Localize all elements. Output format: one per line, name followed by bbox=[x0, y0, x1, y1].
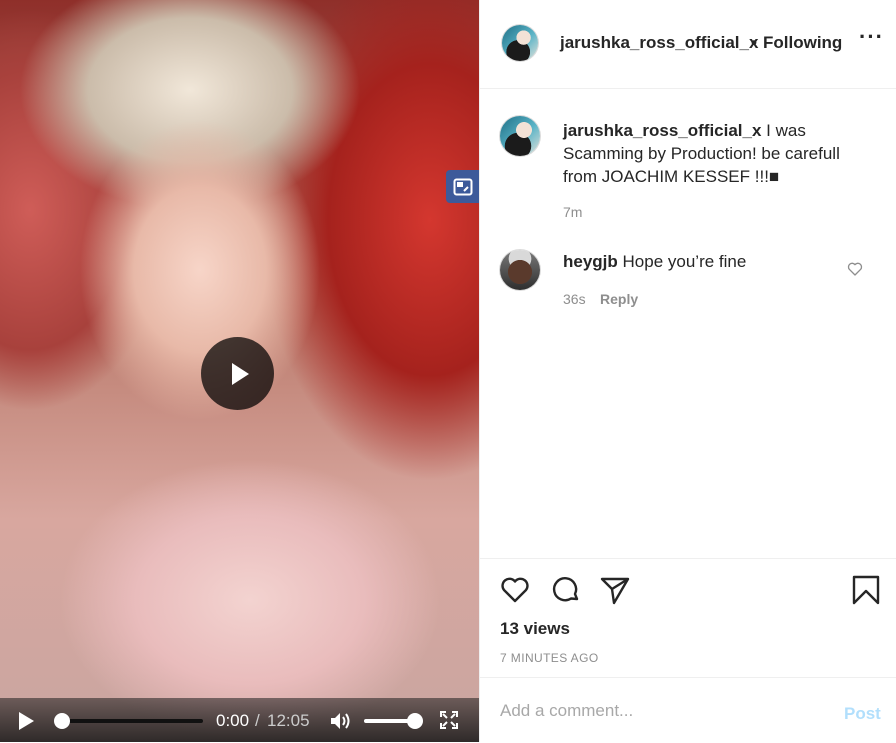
comment-body: Hope you’re fine bbox=[617, 252, 747, 271]
seek-bar[interactable] bbox=[54, 713, 203, 729]
duration: 12:05 bbox=[267, 711, 310, 730]
volume-icon[interactable] bbox=[329, 711, 351, 731]
video-player[interactable]: 0:00 / 12:05 bbox=[0, 0, 479, 742]
volume-knob[interactable] bbox=[407, 713, 423, 729]
comment-time[interactable]: 36s bbox=[563, 291, 586, 307]
play-button[interactable] bbox=[201, 337, 274, 410]
post-button[interactable]: Post bbox=[844, 704, 881, 724]
comment-icon[interactable] bbox=[550, 574, 582, 606]
fullscreen-icon[interactable] bbox=[440, 711, 458, 729]
time-separator: / bbox=[255, 711, 260, 730]
picture-in-picture-button[interactable] bbox=[446, 170, 479, 203]
comment-text: heygjb Hope you’re fine bbox=[563, 252, 746, 272]
comment-input[interactable] bbox=[500, 699, 820, 723]
picture-in-picture-icon bbox=[453, 178, 472, 195]
post-timestamp[interactable]: 7 MINUTES AGO bbox=[500, 651, 599, 665]
comment-username[interactable]: heygjb bbox=[563, 252, 618, 271]
caption-text: jarushka_ross_official_x I was Scamming … bbox=[563, 119, 873, 188]
share-icon[interactable] bbox=[599, 574, 631, 606]
author-username[interactable]: jarushka_ross_official_x bbox=[560, 33, 758, 53]
comment-like-icon[interactable] bbox=[847, 261, 863, 277]
caption-avatar[interactable] bbox=[500, 116, 540, 156]
video-controls: 0:00 / 12:05 bbox=[0, 698, 479, 742]
view-count[interactable]: 13 views bbox=[500, 619, 570, 639]
following-button[interactable]: Following bbox=[763, 33, 842, 53]
caption-username[interactable]: jarushka_ross_official_x bbox=[563, 121, 761, 140]
post-panel: jarushka_ross_official_x • Following ···… bbox=[479, 0, 896, 742]
control-play-button[interactable] bbox=[17, 712, 37, 730]
post-actions: 13 views 7 MINUTES AGO bbox=[480, 558, 896, 677]
post-header: jarushka_ross_official_x • Following ··· bbox=[480, 0, 896, 89]
bookmark-icon[interactable] bbox=[850, 574, 882, 606]
volume-slider[interactable] bbox=[364, 713, 423, 729]
commenter-avatar[interactable] bbox=[500, 250, 540, 290]
more-options-icon[interactable]: ··· bbox=[859, 24, 884, 50]
seek-knob[interactable] bbox=[54, 713, 70, 729]
heart-icon[interactable] bbox=[499, 574, 531, 606]
current-time: 0:00 bbox=[216, 711, 250, 730]
separator-dot: • bbox=[751, 33, 757, 52]
add-comment-bar: Post bbox=[480, 677, 896, 743]
reply-button[interactable]: Reply bbox=[600, 291, 638, 307]
author-avatar[interactable] bbox=[502, 25, 538, 61]
caption-time[interactable]: 7m bbox=[563, 204, 582, 220]
